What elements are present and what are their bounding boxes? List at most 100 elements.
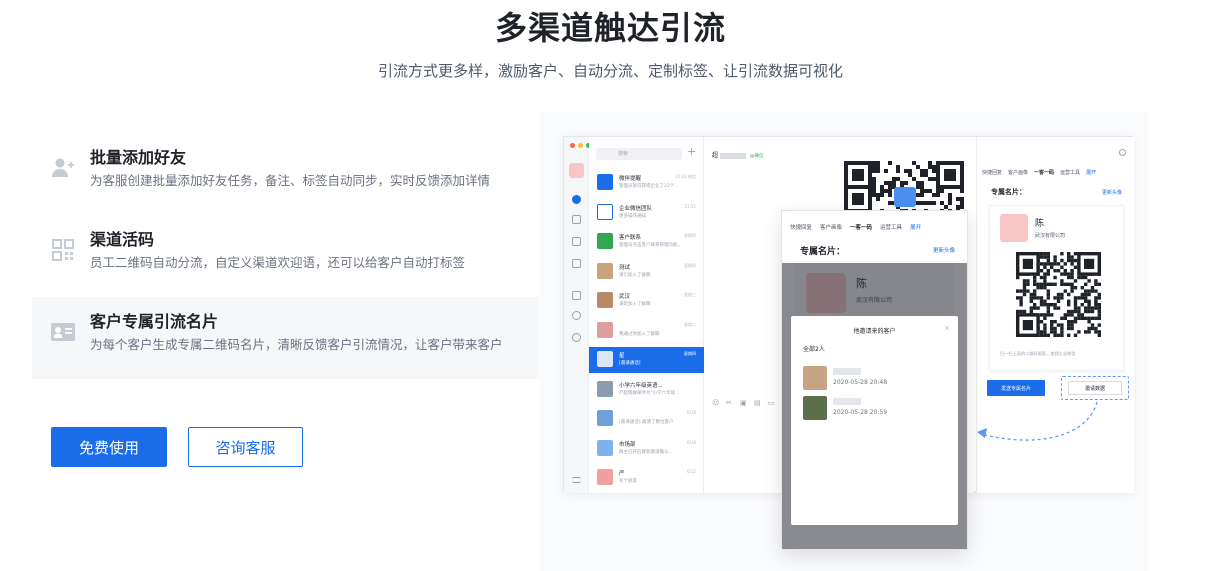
- apps-icon: [572, 259, 581, 268]
- tab-customer-profile[interactable]: 客户画像: [820, 225, 842, 231]
- qr-code-icon: [50, 237, 76, 263]
- card-label: 专属名片：: [991, 188, 1026, 196]
- conversation-name: 微伴提醒: [619, 176, 642, 182]
- invited-customers-modal: 他邀请来的客户 × 全部2人 2020-05-28 20:48 2020-05-…: [791, 316, 958, 525]
- chat-header-name: 超: [712, 152, 719, 159]
- feature-title: 批量添加好友: [90, 148, 187, 167]
- doc-icon: [572, 291, 581, 300]
- avatar: [803, 396, 827, 420]
- tab-customer-profile[interactable]: 客户画像: [1008, 170, 1028, 176]
- avatar: [597, 351, 613, 367]
- refresh-avatar-link[interactable]: 更新头像: [1102, 189, 1122, 196]
- contact-support-button[interactable]: 咨询客服: [188, 427, 303, 467]
- invite-data-highlight: 邀请数据: [1061, 376, 1129, 400]
- conversation-time: 6/12: [687, 469, 696, 474]
- tab-one-code[interactable]: 一客一码: [1034, 170, 1054, 176]
- close-icon[interactable]: ×: [944, 324, 950, 332]
- conversation-preview: 请们加入了群聊: [619, 272, 651, 278]
- side-rail: [564, 137, 591, 493]
- feature-customer-card[interactable]: 客户专属引流名片 为每个客户生成专属二维码名片，清晰反馈客户引流情况，让客户带来…: [32, 297, 539, 379]
- image-icon[interactable]: ▣: [740, 399, 747, 407]
- search-input[interactable]: 搜索: [596, 148, 682, 160]
- list-item[interactable]: 小学六年级英语... 严超我群邮件为"小学六年级...: [589, 377, 704, 403]
- send-card-button[interactable]: 发送专属名片: [987, 380, 1045, 396]
- refresh-avatar-link[interactable]: 更新头像: [933, 246, 955, 254]
- profile-icon[interactable]: [1119, 149, 1126, 156]
- feature-desc: 为每个客户生成专属二维码名片，清晰反馈客户引流情况，让客户带来客户: [90, 337, 503, 352]
- avatar: [597, 439, 613, 456]
- conversation-name: 星: [619, 353, 625, 359]
- card-label: 专属名片：: [800, 247, 846, 257]
- feature-batch-add-friends[interactable]: 批量添加好友 为客服创建批量添加好友任务，备注、标签自动同步，实时反馈添加详情: [32, 133, 539, 215]
- avatar: [597, 292, 613, 308]
- avatar: [597, 410, 613, 426]
- list-item: 2020-05-28 20:48: [803, 366, 953, 392]
- conversation-time: 6/16: [687, 439, 696, 445]
- list-item[interactable]: 市场部 群主已开启群新邀请确认... 6/16: [589, 436, 704, 462]
- conversation-preview: 有个朋友: [619, 479, 637, 484]
- conversation-time: 21:23 微信: [675, 174, 696, 179]
- conversation-time: 星期四: [684, 262, 696, 268]
- conversation-name: 小学六年级英语...: [619, 382, 663, 389]
- conversation-preview: 管理员即可获得企业了22个...: [619, 184, 679, 189]
- conversation-name: 严: [619, 471, 625, 477]
- conversation-name: 市场部: [619, 441, 636, 448]
- conversation-preview: 更多操作通知: [619, 213, 646, 219]
- list-item[interactable]: [邀请通话] 邀请了数位客户 6/16: [589, 406, 704, 432]
- folder-icon[interactable]: ▭: [768, 399, 775, 407]
- conversation-time: 星期三: [684, 292, 696, 297]
- modal-title: 他邀请来的客户: [853, 328, 896, 335]
- tab-ops-tools[interactable]: 运营工具: [1060, 170, 1080, 176]
- tab-one-code[interactable]: 一客一码: [850, 225, 872, 231]
- list-item[interactable]: 企业微信团队 更多操作通知 21:51: [589, 200, 704, 226]
- add-icon[interactable]: +: [687, 145, 696, 158]
- conversation-preview: 管理员点击客户联系管理功能...: [619, 243, 682, 248]
- contact-card-icon: [50, 319, 76, 345]
- conversation-time: 星期二: [684, 321, 696, 327]
- list-item[interactable]: 测试 请们加入了群聊 星期四: [589, 259, 704, 285]
- conversation-time: 6/16: [687, 410, 696, 415]
- chat-icon: [572, 195, 581, 204]
- invite-data-button[interactable]: 邀请数据: [1068, 381, 1122, 395]
- chat-bubble-icon: [894, 187, 916, 207]
- file-icon[interactable]: ▤: [754, 399, 761, 407]
- tab-ops-tools[interactable]: 运营工具: [880, 225, 902, 231]
- card-company: 武汉有限公司: [1035, 233, 1066, 239]
- avatar: [597, 262, 613, 279]
- free-trial-button[interactable]: 免费使用: [51, 427, 167, 467]
- list-item[interactable]: 微伴提醒管理员即可获得企业了22个... 21:23 微信: [589, 170, 704, 196]
- card-note: 扫一扫上面的二维码图案，加我企业微信: [1000, 351, 1076, 356]
- tab-quick-reply[interactable]: 快捷回复: [790, 225, 812, 231]
- tab-expand[interactable]: 展开: [910, 225, 921, 231]
- conversation-preview: [邀请通话]: [619, 361, 641, 366]
- feature-channel-qr[interactable]: 渠道活码 员工二维码自动分流，自定义渠道欢迎语，还可以给客户自动打标签: [32, 215, 539, 297]
- conversation-time: 星期四: [684, 233, 696, 238]
- conversation-name: 测试: [619, 264, 631, 271]
- avatar: [1000, 214, 1028, 242]
- list-item[interactable]: 星 [邀请通话] 星期四: [589, 347, 704, 373]
- qr-code-image: [1016, 252, 1101, 337]
- name-placeholder: [833, 368, 861, 375]
- emoji-icon[interactable]: ☺: [712, 399, 719, 407]
- chat-header-tag: @微信: [750, 154, 764, 159]
- avatar: [597, 469, 613, 485]
- list-item[interactable]: 武汉 满足加入了群聊 星期三: [589, 288, 704, 314]
- conversation-name: 客户联系: [619, 235, 642, 241]
- arrow-connector: [977, 401, 1098, 441]
- menu-icon: [572, 477, 581, 483]
- conversation-list: 搜索 + 微伴提醒管理员即可获得企业了22个... 21:23 微信企业微信团队更…: [589, 137, 704, 493]
- mobile-panel-illustration: 快捷回复客户画像一客一码运营工具展开 专属名片： 更新头像 陈 武汉有限公司 他…: [781, 210, 968, 550]
- tab-expand[interactable]: 展开: [1086, 170, 1096, 176]
- conversation-preview: [邀请通话] 邀请了数位客户: [619, 420, 674, 425]
- conversation-preview: 我通过你加入了群聊: [619, 331, 660, 337]
- list-item[interactable]: 客户联系管理员点击客户联系管理功能... 星期四: [589, 229, 704, 255]
- modal-count: 全部2人: [803, 346, 825, 353]
- panel-tabs: 快捷回复 客户画像 一客一码 运营工具 展开: [790, 223, 929, 231]
- list-item[interactable]: 严有个朋友 6/12: [589, 465, 704, 491]
- conversation-time: 星期四: [684, 351, 696, 356]
- list-item[interactable]: 我通过你加入了群聊 星期二: [589, 318, 704, 344]
- avatar: [597, 174, 613, 190]
- avatar: [597, 203, 613, 220]
- scissors-icon[interactable]: ✂: [726, 399, 732, 407]
- tab-quick-reply[interactable]: 快捷回复: [982, 170, 1002, 176]
